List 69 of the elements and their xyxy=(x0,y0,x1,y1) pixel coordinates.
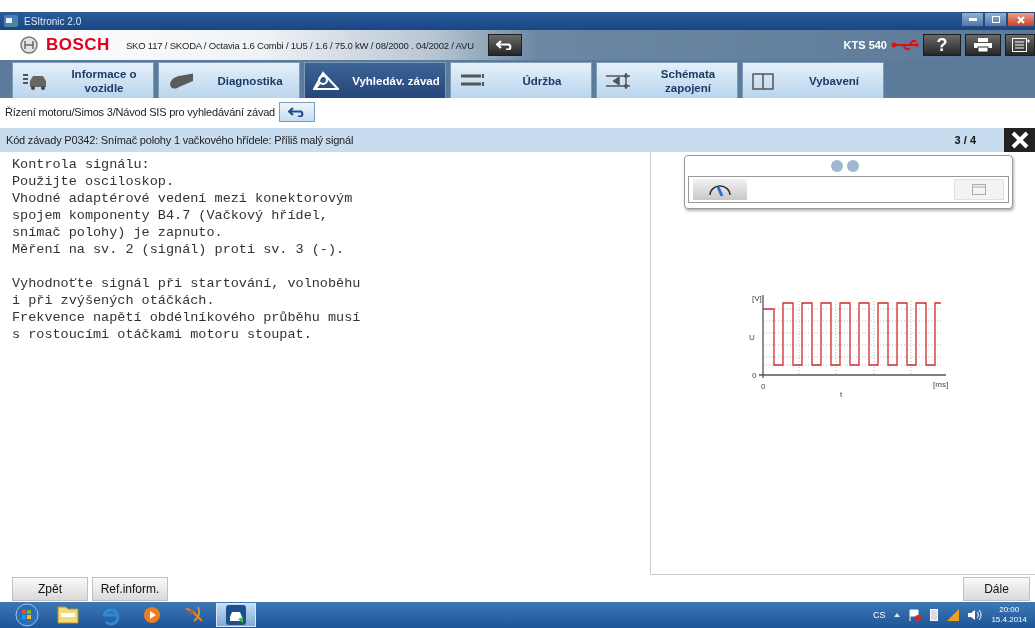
minimize-button[interactable] xyxy=(961,12,984,27)
language-indicator[interactable]: CS xyxy=(872,610,886,620)
tab[interactable]: Údržba xyxy=(450,62,592,98)
close-button[interactable] xyxy=(1004,128,1035,152)
magnifier-warning-icon xyxy=(313,70,339,91)
fault-title: Kód závady P0342: Snímač polohy 1 vačkového hřídele: Příliš malý signál xyxy=(6,134,354,146)
taskbar-app[interactable] xyxy=(216,603,256,627)
axis-label: t xyxy=(840,390,843,399)
close-icon xyxy=(1010,131,1029,149)
instruction-line: Měření na sv. 2 (signál) proti sv. 3 (-). xyxy=(12,241,346,258)
axis-unit: [V] xyxy=(752,294,762,303)
return-arrow-icon xyxy=(495,40,514,50)
brand-name: BOSCH xyxy=(46,35,110,55)
menu-button[interactable] xyxy=(1005,34,1035,56)
print-icon xyxy=(974,38,992,52)
tab[interactable]: Vybavení xyxy=(742,62,884,98)
help-button[interactable]: ? xyxy=(923,34,961,56)
network-icon[interactable] xyxy=(947,609,960,621)
instruction-line: i při zvýšených otáčkách. xyxy=(12,292,216,309)
device-name: KTS 540 xyxy=(843,39,887,51)
window-title: ESItronic 2.0 xyxy=(24,15,82,27)
connector-icon xyxy=(167,70,193,91)
instruction-line: Použijte osciloskop. xyxy=(12,173,176,190)
app-icon xyxy=(4,15,18,27)
close-button[interactable] xyxy=(1007,12,1035,27)
device-icon[interactable] xyxy=(930,609,939,621)
back-button[interactable] xyxy=(279,102,316,122)
folder-icon xyxy=(56,603,80,627)
gauge-button[interactable] xyxy=(693,179,747,200)
flag-icon[interactable] xyxy=(909,609,922,621)
print-button[interactable] xyxy=(965,34,1001,56)
bosch-logo-icon xyxy=(20,36,38,54)
maximize-icon xyxy=(991,16,1000,23)
axis-unit: [ms] xyxy=(933,380,949,389)
axis-origin: 0 xyxy=(752,371,757,380)
instruction-line: Vyhodnoťte signál při startování, volnoběhu xyxy=(12,275,362,292)
minimize-icon xyxy=(968,18,977,21)
maximize-button[interactable] xyxy=(984,12,1007,27)
instruction-line: Frekvence napětí obdélníkového průběhu musí xyxy=(12,309,362,326)
instruction-line: snímač polohy) je zapnuto. xyxy=(12,224,224,241)
gauge-icon xyxy=(708,183,732,196)
page-counter: 3 / 4 xyxy=(954,134,976,146)
usb-icon xyxy=(891,38,919,52)
book-icon xyxy=(751,70,777,91)
show-hidden-icon[interactable] xyxy=(894,612,901,618)
volume-icon[interactable] xyxy=(968,609,983,621)
axis-label: U xyxy=(749,333,755,342)
tab[interactable]: Vyhledáv. závad xyxy=(304,62,446,98)
start-button-icon[interactable] xyxy=(14,603,40,627)
instruction-line: Vhodné adaptérové vedení mezi konektorovým xyxy=(12,190,354,207)
back-button[interactable] xyxy=(487,34,522,56)
car-app-icon xyxy=(224,603,248,627)
footer-button[interactable]: Dále xyxy=(963,576,1030,601)
footer-button[interactable]: Zpět xyxy=(12,576,88,601)
clock[interactable]: 20:00 15.4.2014 xyxy=(991,605,1027,625)
instruction-line: s rostoucími otáčkami motoru stoupat. xyxy=(12,326,313,343)
axis-origin: 0 xyxy=(761,382,766,391)
tab[interactable]: Schémata zapojení xyxy=(596,62,738,98)
instruction-line: spojem komponenty B4.7 (Vačkový hřídel, xyxy=(12,207,329,224)
window-icon xyxy=(972,184,986,195)
tab[interactable]: Diagnostika xyxy=(158,62,300,98)
circuit-diagram-icon xyxy=(605,70,631,91)
close-icon xyxy=(1017,15,1025,24)
menu-icon xyxy=(1012,38,1030,52)
footer-button[interactable]: Ref.inform. xyxy=(92,576,168,601)
instruction-line: Kontrola signálu: xyxy=(12,156,151,173)
tab[interactable]: Informace o vozidle xyxy=(12,62,154,98)
vehicle-info: SKO 117 / SKODA / Octavia 1.6 Combi / 1U5 / 1.6 / 75.0 kW / 08/2000 . 04/2002 / AVU xyxy=(125,39,474,51)
breadcrumb-path: Řízení motoru/Simos 3/Návod SIS pro vyhledávání závad xyxy=(5,106,276,118)
